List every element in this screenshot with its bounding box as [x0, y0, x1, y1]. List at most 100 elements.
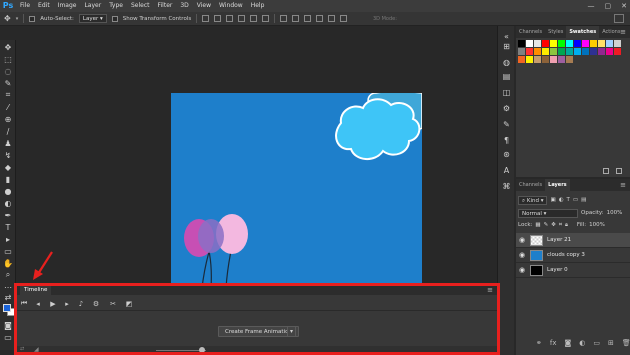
minimize-button[interactable]: —	[588, 2, 595, 10]
quick-mask-icon[interactable]: ◙	[3, 320, 13, 330]
color-swatch[interactable]	[558, 48, 565, 55]
color-swatch[interactable]	[598, 48, 605, 55]
brush-tool-icon[interactable]: ∕	[3, 126, 13, 136]
type-tool-icon[interactable]: T	[3, 222, 13, 232]
menu-file[interactable]: File	[16, 0, 34, 12]
healing-brush-tool-icon[interactable]: ⊕	[3, 114, 13, 124]
panel-menu-icon[interactable]: ≡	[487, 285, 493, 295]
tool-preset-dropdown[interactable]: ▾	[16, 16, 19, 22]
color-swatch[interactable]	[550, 56, 557, 63]
properties-panel-icon[interactable]: ◫	[502, 88, 511, 97]
previous-frame-icon[interactable]: ◂	[34, 299, 42, 308]
color-swatch[interactable]	[566, 48, 573, 55]
color-swatch[interactable]	[582, 40, 589, 47]
adjustments-panel-icon[interactable]: ▤	[502, 72, 511, 81]
align-middle-icon[interactable]	[214, 15, 222, 22]
info-panel-icon[interactable]: ⚙	[502, 104, 511, 113]
close-button[interactable]: ✕	[621, 2, 627, 10]
auto-select-dropdown[interactable]: Layer ▾	[78, 14, 107, 23]
color-swatch[interactable]	[518, 48, 525, 55]
menu-layer[interactable]: Layer	[80, 0, 105, 12]
align-right-icon[interactable]	[262, 15, 270, 22]
delete-swatch-icon[interactable]	[616, 168, 622, 174]
next-frame-icon[interactable]: ▸	[63, 299, 71, 308]
lock-position-icon[interactable]: ✥	[551, 222, 556, 228]
lock-artboard-icon[interactable]: ⌗	[559, 222, 562, 229]
show-transform-checkbox[interactable]	[111, 15, 118, 22]
color-swatch[interactable]	[526, 40, 533, 47]
paragraph-panel-icon[interactable]: ¶	[502, 136, 511, 145]
zoom-out-icon[interactable]: ◢	[34, 346, 39, 353]
color-swatch[interactable]	[574, 40, 581, 47]
color-swatch[interactable]	[542, 56, 549, 63]
auto-select-checkbox[interactable]	[29, 15, 36, 22]
color-swatch[interactable]	[558, 56, 565, 63]
color-swatch[interactable]	[606, 40, 613, 47]
quick-select-tool-icon[interactable]: ✎	[3, 78, 13, 88]
menu-filter[interactable]: Filter	[154, 0, 177, 12]
color-swatch[interactable]	[566, 40, 573, 47]
distribute-icon[interactable]	[280, 15, 288, 22]
more-tools-icon[interactable]: ⋯	[3, 282, 13, 292]
zoom-tool-icon[interactable]: ⌕	[3, 270, 13, 280]
menu-3d[interactable]: 3D	[176, 0, 192, 12]
foreground-color-swatch[interactable]	[3, 304, 11, 312]
menu-image[interactable]: Image	[54, 0, 81, 12]
color-swatch[interactable]	[606, 48, 613, 55]
color-swatch[interactable]	[518, 56, 525, 63]
filter-shape-icon[interactable]: ▭	[573, 197, 578, 203]
layer-row[interactable]: ◉ Layer 21	[516, 233, 630, 248]
convert-icon[interactable]: ⇄	[20, 346, 24, 352]
delete-layer-icon[interactable]: 🗑︎	[622, 339, 630, 347]
color-swatch[interactable]	[550, 48, 557, 55]
blend-mode-dropdown[interactable]: Normal ▾	[518, 208, 578, 218]
move-tool-icon[interactable]: ✥	[3, 42, 13, 52]
distribute-icon[interactable]	[292, 15, 300, 22]
layer-row[interactable]: ◉ clouds copy 3	[516, 248, 630, 263]
filter-smart-object-icon[interactable]: ▤	[581, 197, 586, 203]
menu-type[interactable]: Type	[105, 0, 127, 12]
maximize-button[interactable]: ▢	[605, 2, 612, 10]
collapse-panels-icon[interactable]: «	[502, 32, 511, 41]
zoom-slider-handle[interactable]	[199, 347, 205, 353]
panel-menu-icon[interactable]: ≡	[620, 28, 626, 36]
first-frame-icon[interactable]: ⏮	[20, 299, 28, 308]
marquee-tool-icon[interactable]: ⬚	[3, 54, 13, 64]
history-brush-tool-icon[interactable]: ↯	[3, 150, 13, 160]
color-swatch[interactable]	[542, 40, 549, 47]
align-center-icon[interactable]	[250, 15, 258, 22]
opacity-value[interactable]: 100%	[607, 210, 623, 216]
distribute-icon[interactable]	[304, 15, 312, 22]
color-swatch[interactable]	[582, 48, 589, 55]
menu-view[interactable]: View	[193, 0, 215, 12]
tab-swatches[interactable]: Swatches	[566, 26, 600, 38]
filter-type-icon[interactable]: T	[567, 197, 570, 203]
dodge-tool-icon[interactable]: ◐	[3, 198, 13, 208]
align-bottom-icon[interactable]	[226, 15, 234, 22]
clone-source-panel-icon[interactable]: ⊛	[502, 150, 511, 159]
menu-window[interactable]: Window	[215, 0, 247, 12]
fill-value[interactable]: 100%	[589, 222, 605, 228]
color-swatch[interactable]	[558, 40, 565, 47]
distribute-icon[interactable]	[316, 15, 324, 22]
document-canvas[interactable]	[171, 93, 422, 288]
panel-menu-icon[interactable]: ≡	[620, 181, 626, 189]
new-group-icon[interactable]: ▭	[593, 339, 600, 347]
lock-pixels-icon[interactable]: ✎	[544, 222, 549, 228]
edit-toolbar-icon[interactable]: ⇄	[3, 292, 13, 302]
character-panel-icon[interactable]: A	[502, 166, 511, 175]
lasso-tool-icon[interactable]: ◌	[3, 66, 13, 76]
tab-channels[interactable]: Channels	[516, 26, 545, 38]
menu-help[interactable]: Help	[247, 0, 269, 12]
eyedropper-tool-icon[interactable]: ⁄	[3, 102, 13, 112]
brushes-panel-icon[interactable]: ✎	[502, 120, 511, 129]
auto-align-icon[interactable]	[340, 15, 348, 22]
filter-pixel-icon[interactable]: ▣	[550, 197, 555, 203]
visibility-eye-icon[interactable]: ◉	[517, 236, 527, 244]
color-swatch[interactable]	[614, 48, 621, 55]
pen-tool-icon[interactable]: ✒	[3, 210, 13, 220]
visibility-eye-icon[interactable]: ◉	[517, 251, 527, 259]
lock-all-icon[interactable]: 🔒︎	[565, 222, 568, 229]
new-layer-icon[interactable]: ⊞	[608, 339, 614, 347]
layer-row[interactable]: ◉ Layer 0	[516, 263, 630, 278]
